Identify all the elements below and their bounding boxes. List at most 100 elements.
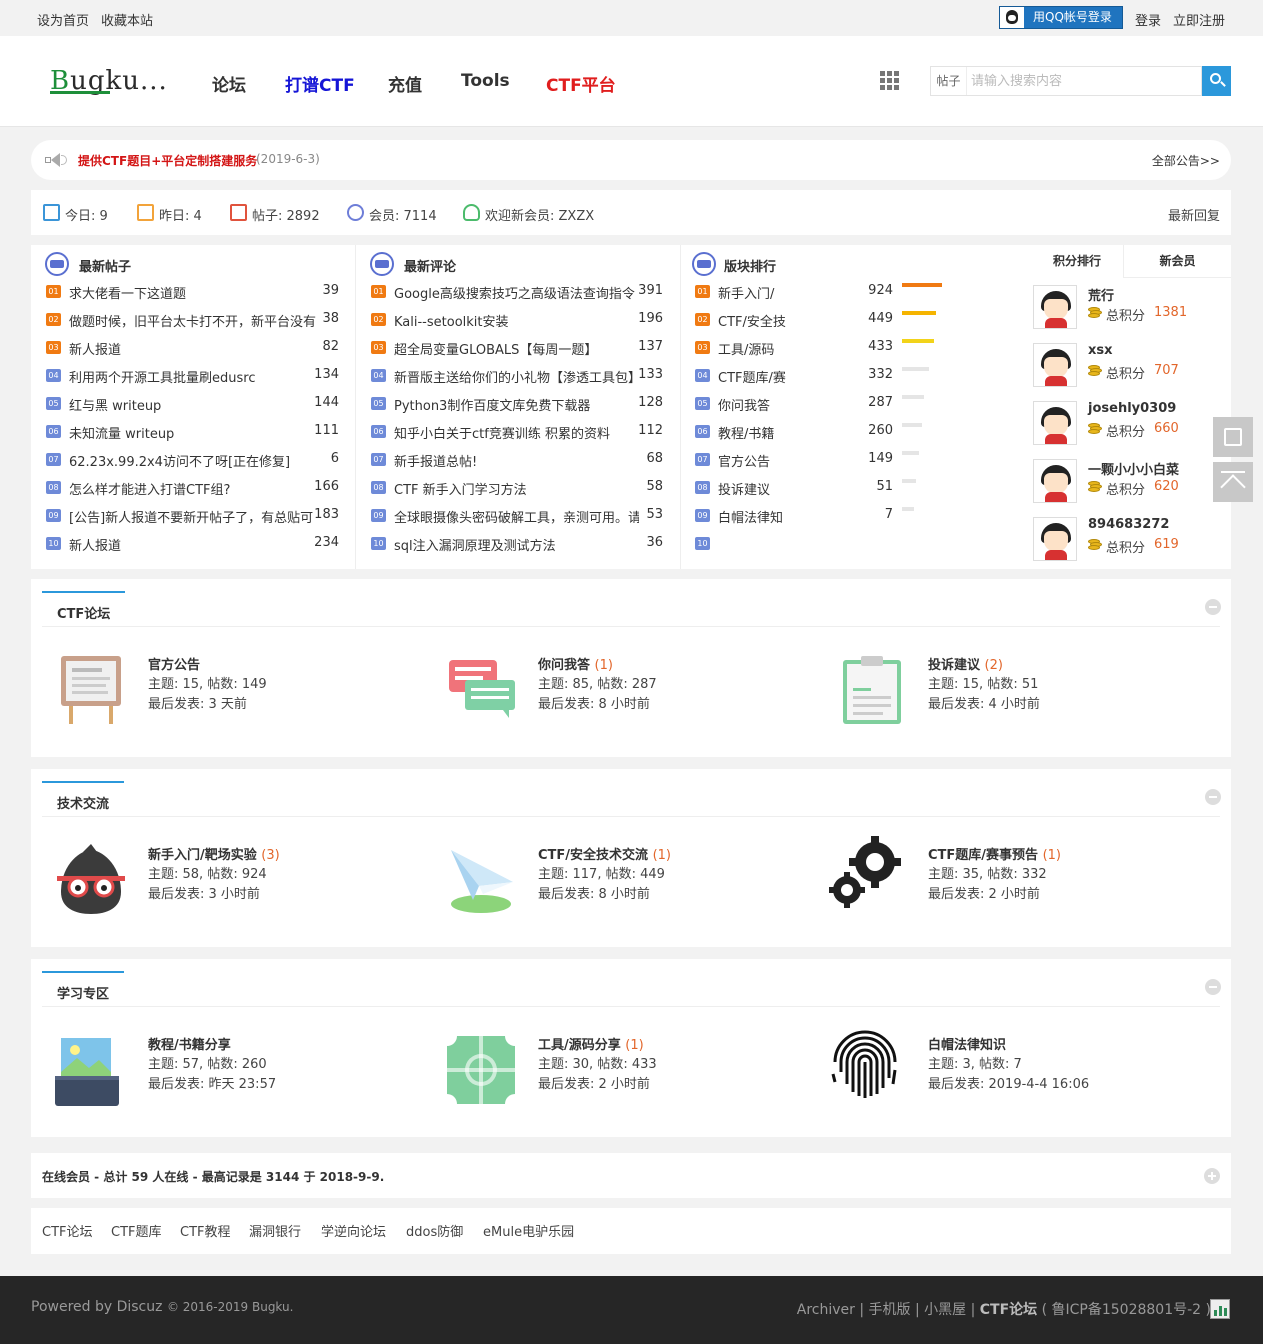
search-button[interactable] <box>1202 66 1231 96</box>
forum-name-link[interactable]: CTF/安全技术交流 (1) <box>538 844 671 863</box>
announcement-link[interactable]: 提供CTF题目+平台定制搭建服务 <box>78 152 257 169</box>
forum-name-link[interactable]: 你问我答 (1) <box>538 654 613 673</box>
collapse-icon[interactable] <box>1205 789 1221 805</box>
collapse-icon[interactable] <box>1205 979 1221 995</box>
section-title[interactable]: 学习专区 <box>42 971 125 1007</box>
stats-badge-icon[interactable] <box>1210 1299 1230 1319</box>
archiver-link[interactable]: Archiver <box>797 1302 855 1318</box>
avatar[interactable] <box>1033 285 1077 329</box>
list-item-link[interactable]: 投诉建议 <box>718 479 838 498</box>
nav-recharge[interactable]: 充值 <box>388 71 422 96</box>
list-item-link[interactable]: 超全局变量GLOBALS【每周一题】 <box>394 339 639 358</box>
list-item-link[interactable]: 利用两个开源工具批量刷edusrc <box>69 367 319 386</box>
nav-dapu-ctf[interactable]: 打谱CTF <box>285 71 355 96</box>
back-to-top-button[interactable] <box>1213 462 1253 502</box>
list-item-link[interactable]: CTF/安全技 <box>718 311 838 330</box>
forum-name-link[interactable]: 投诉建议 (2) <box>928 654 1003 673</box>
list-item-link[interactable]: 新人报道 <box>69 535 319 554</box>
apps-grid-icon[interactable] <box>880 71 900 91</box>
list-item-link[interactable]: 做题时候，旧平台太卡打不开，新平台没有 <box>69 311 319 330</box>
list-item-link[interactable]: 你问我答 <box>718 395 838 414</box>
list-item-link[interactable]: [公告]新人报道不要新开帖子了，有总贴可 <box>69 507 319 526</box>
clipboard-icon[interactable] <box>833 652 909 728</box>
list-item-link[interactable]: 官方公告 <box>718 451 838 470</box>
list-item-link[interactable]: 求大佬看一下这道题 <box>69 283 319 302</box>
section-title[interactable]: CTF论坛 <box>42 591 126 627</box>
friend-link[interactable]: 漏洞银行 <box>249 1221 301 1240</box>
tab-points-rank[interactable]: 积分排行 <box>1031 245 1124 278</box>
list-item-link[interactable]: 知乎小白关于ctf竞赛训练 积累的资料 <box>394 423 639 442</box>
expand-online-icon[interactable] <box>1204 1168 1220 1184</box>
member-name[interactable]: 一颗小小小白菜 <box>1088 459 1179 478</box>
list-item-link[interactable]: 怎么样才能进入打谱CTF组? <box>69 479 319 498</box>
nav-forum[interactable]: 论坛 <box>212 71 246 96</box>
avatar[interactable] <box>1033 343 1077 387</box>
section-title[interactable]: 技术交流 <box>42 781 125 817</box>
list-item-link[interactable]: Python3制作百度文库免费下载器 <box>394 395 639 414</box>
easel-board-icon[interactable] <box>53 652 129 728</box>
collapse-icon[interactable] <box>1205 599 1221 615</box>
friend-link[interactable]: CTF教程 <box>180 1221 231 1240</box>
search-input[interactable] <box>971 71 1193 91</box>
fingerprint-icon[interactable] <box>825 1022 901 1098</box>
list-item-link[interactable]: CTF 新手入门学习方法 <box>394 479 639 498</box>
avatar[interactable] <box>1033 517 1077 561</box>
friend-link[interactable]: CTF论坛 <box>42 1221 93 1240</box>
latest-reply-link[interactable]: 最新回复 <box>1168 205 1220 224</box>
gears-icon[interactable] <box>825 832 901 908</box>
nav-tools[interactable]: Tools <box>461 71 510 91</box>
nav-ctf-platform[interactable]: CTF平台 <box>546 71 616 96</box>
search-type-select[interactable]: 帖子 <box>931 67 967 95</box>
register-link[interactable]: 立即注册 <box>1173 10 1225 29</box>
forum-name-link[interactable]: 教程/书籍分享 <box>148 1034 231 1053</box>
member-name[interactable]: josehly0309 <box>1088 401 1176 416</box>
site-logo[interactable]: Bugku... <box>50 66 168 96</box>
avatar[interactable] <box>1033 401 1077 445</box>
member-name[interactable]: 894683272 <box>1088 517 1169 532</box>
list-item-link[interactable]: 新手入门/ <box>718 283 838 302</box>
picture-tablet-icon[interactable] <box>53 1032 129 1108</box>
chat-bubbles-icon[interactable] <box>443 652 519 728</box>
set-homepage-link[interactable]: 设为首页 <box>37 10 89 29</box>
paper-plane-icon[interactable] <box>443 842 519 918</box>
list-item-link[interactable]: Kali--setoolkit安装 <box>394 311 639 330</box>
powered-by-link[interactable]: Powered by Discuz <box>31 1299 162 1315</box>
darkroom-link[interactable]: 小黑屋 <box>924 1302 966 1318</box>
friend-link[interactable]: CTF题库 <box>111 1221 162 1240</box>
bookmark-link[interactable]: 收藏本站 <box>101 10 153 29</box>
tab-new-members[interactable]: 新会员 <box>1124 245 1231 278</box>
qq-login-button[interactable]: 用QQ帐号登录 <box>999 6 1123 29</box>
list-item-link[interactable]: sql注入漏洞原理及测试方法 <box>394 535 639 554</box>
avatar[interactable] <box>1033 459 1077 503</box>
login-link[interactable]: 登录 <box>1135 10 1161 29</box>
forum-name-link[interactable]: 工具/源码分享 (1) <box>538 1034 644 1053</box>
new-post-float-button[interactable] <box>1213 417 1253 457</box>
mobile-link[interactable]: 手机版 <box>869 1302 911 1318</box>
friend-link[interactable]: eMule电驴乐园 <box>483 1221 574 1240</box>
list-item-link[interactable]: 教程/书籍 <box>718 423 838 442</box>
member-name[interactable]: 荒行 <box>1088 285 1114 304</box>
forum-name-link[interactable]: 官方公告 <box>148 654 200 673</box>
list-item-link[interactable]: 新手报道总帖! <box>394 451 639 470</box>
list-item-link[interactable]: Google高级搜索技巧之高级语法查询指令 <box>394 283 639 302</box>
circuit-tile-icon[interactable] <box>437 1026 525 1114</box>
friend-link[interactable]: 学逆向论坛 <box>321 1221 386 1240</box>
icp-link[interactable]: ( 鲁ICP备15028801号-2 ) <box>1042 1302 1211 1318</box>
list-item-link[interactable]: 全球眼摄像头密码破解工具，亲测可用。请 <box>394 507 639 526</box>
forum-name-link[interactable]: CTF题库/赛事预告 (1) <box>928 844 1061 863</box>
list-item-link[interactable]: 未知流量 writeup <box>69 423 319 442</box>
list-item-link[interactable]: CTF题库/赛 <box>718 367 838 386</box>
footer-forum-name[interactable]: CTF论坛 <box>980 1302 1037 1318</box>
list-item-link[interactable]: 工具/源码 <box>718 339 838 358</box>
friend-link[interactable]: ddos防御 <box>406 1221 463 1240</box>
ninja-glasses-icon[interactable] <box>53 842 129 918</box>
list-item-link[interactable]: 新晋版主送给你们的小礼物【渗透工具包】 <box>394 367 639 386</box>
forum-name-link[interactable]: 白帽法律知识 <box>928 1034 1006 1053</box>
member-name[interactable]: xsx <box>1088 343 1113 358</box>
list-item-link[interactable]: 红与黑 writeup <box>69 395 319 414</box>
stat-newest-member[interactable]: 欢迎新会员: ZXZX <box>485 205 594 224</box>
all-announcements-link[interactable]: 全部公告>> <box>1152 152 1220 169</box>
list-item-link[interactable]: 新人报道 <box>69 339 319 358</box>
list-item-link[interactable]: 62.23x.99.2x4访问不了呀[正在修复] <box>69 451 319 470</box>
list-item-link[interactable]: 白帽法律知 <box>718 507 838 526</box>
